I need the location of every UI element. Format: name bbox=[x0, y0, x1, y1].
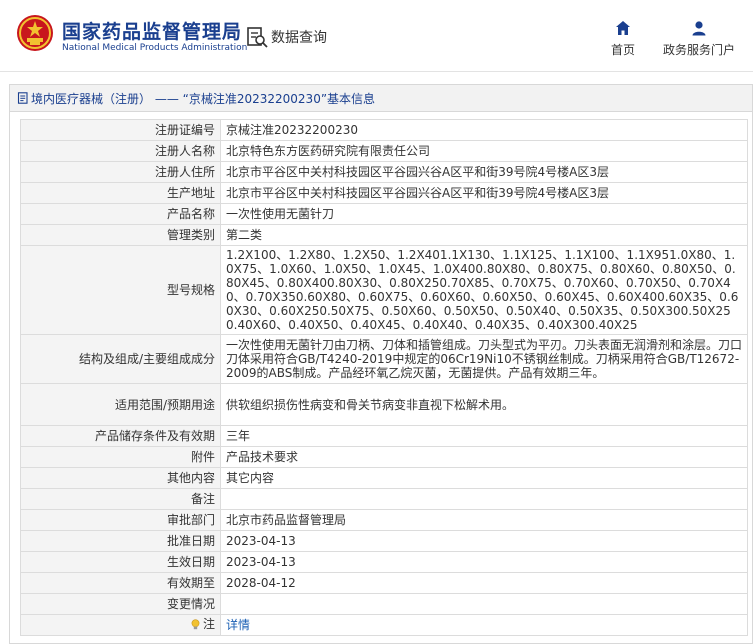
row-key: 有效期至 bbox=[20, 572, 221, 594]
table-row: 型号规格 1.2X100、1.2X80、1.2X50、1.2X401.1X130… bbox=[20, 245, 748, 335]
table-row: 生产地址 北京市平谷区中关村科技园区平谷园兴谷A区平和街39号院4号楼A区3层 bbox=[20, 182, 748, 204]
row-value: 第二类 bbox=[220, 224, 748, 246]
row-key: 审批部门 bbox=[20, 509, 221, 531]
document-icon bbox=[17, 92, 28, 104]
row-key: 适用范围/预期用途 bbox=[20, 383, 221, 426]
row-key: 管理类别 bbox=[20, 224, 221, 246]
table-row: 产品储存条件及有效期 三年 bbox=[20, 425, 748, 447]
home-icon bbox=[616, 21, 630, 35]
table-row: 批准日期 2023-04-13 bbox=[20, 530, 748, 552]
row-value: 北京市平谷区中关村科技园区平谷园兴谷A区平和街39号院4号楼A区3层 bbox=[220, 182, 748, 204]
table-row: 注册人名称 北京特色东方医药研究院有限责任公司 bbox=[20, 140, 748, 162]
table-row: 产品名称 一次性使用无菌针刀 bbox=[20, 203, 748, 225]
panel-title: 境内医疗器械（注册） —— “京械注准20232200230”基本信息 bbox=[31, 91, 376, 106]
table-row: 注 详情 bbox=[20, 614, 748, 636]
row-key: 其他内容 bbox=[20, 467, 221, 489]
data-query-label: 数据查询 bbox=[271, 30, 327, 46]
details-link[interactable]: 详情 bbox=[226, 618, 250, 632]
row-value: 京械注准20232200230 bbox=[220, 119, 748, 141]
row-value: 一次性使用无菌针刀由刀柄、刀体和插管组成。刀头型式为平刃。刀头表面无润滑剂和涂层… bbox=[220, 334, 748, 384]
row-value: 北京市药品监督管理局 bbox=[220, 509, 748, 531]
row-value: 2023-04-13 bbox=[220, 530, 748, 552]
row-value: 产品技术要求 bbox=[220, 446, 748, 468]
row-key: 结构及组成/主要组成成分 bbox=[20, 334, 221, 384]
table-row: 变更情况 bbox=[20, 593, 748, 615]
brand-subtitle: National Medical Products Administration bbox=[62, 43, 248, 53]
row-value: 三年 bbox=[220, 425, 748, 447]
user-icon bbox=[692, 21, 706, 36]
row-key: 生产地址 bbox=[20, 182, 221, 204]
row-key: 型号规格 bbox=[20, 245, 221, 335]
note-key-label: 注 bbox=[202, 617, 215, 632]
table-row: 注册证编号 京械注准20232200230 bbox=[20, 119, 748, 141]
nav-service-portal[interactable]: 政务服务门户 bbox=[660, 20, 738, 58]
note-key: 注 bbox=[190, 617, 215, 631]
table-row: 审批部门 北京市药品监督管理局 bbox=[20, 509, 748, 531]
row-value: 2023-04-13 bbox=[220, 551, 748, 573]
row-value: 北京特色东方医药研究院有限责任公司 bbox=[220, 140, 748, 162]
national-emblem-icon bbox=[17, 15, 53, 51]
panel-header: 境内医疗器械（注册） —— “京械注准20232200230”基本信息 bbox=[10, 85, 752, 112]
row-key: 产品储存条件及有效期 bbox=[20, 425, 221, 447]
nav-service-portal-label: 政务服务门户 bbox=[662, 43, 735, 57]
nav-home-label: 首页 bbox=[610, 43, 635, 57]
row-key: 注册人住所 bbox=[20, 161, 221, 183]
row-key: 注册人名称 bbox=[20, 140, 221, 162]
document-search-icon bbox=[247, 27, 268, 48]
nav-home[interactable]: 首页 bbox=[606, 20, 640, 58]
row-key: 备注 bbox=[20, 488, 221, 510]
row-key: 附件 bbox=[20, 446, 221, 468]
row-value: 其它内容 bbox=[220, 467, 748, 489]
table-row: 管理类别 第二类 bbox=[20, 224, 748, 246]
row-key: 注册证编号 bbox=[20, 119, 221, 141]
row-value: 1.2X100、1.2X80、1.2X50、1.2X401.1X130、1.1X… bbox=[220, 245, 748, 335]
site-header: 国家药品监督管理局 National Medical Products Admi… bbox=[0, 0, 753, 72]
row-value: 详情 bbox=[220, 614, 748, 636]
table-row: 有效期至 2028-04-12 bbox=[20, 572, 748, 594]
data-query-link[interactable]: 数据查询 bbox=[246, 24, 327, 50]
row-key: 批准日期 bbox=[20, 530, 221, 552]
table-row: 生效日期 2023-04-13 bbox=[20, 551, 748, 573]
row-key: 生效日期 bbox=[20, 551, 221, 573]
row-key: 产品名称 bbox=[20, 203, 221, 225]
row-value bbox=[220, 593, 748, 615]
row-key: 注 bbox=[20, 614, 221, 636]
row-value: 一次性使用无菌针刀 bbox=[220, 203, 748, 225]
brand-title[interactable]: 国家药品监督管理局 bbox=[62, 17, 242, 44]
info-table: 注册证编号 京械注准20232200230 注册人名称 北京特色东方医药研究院有… bbox=[20, 119, 748, 636]
table-row: 附件 产品技术要求 bbox=[20, 446, 748, 468]
row-value: 2028-04-12 bbox=[220, 572, 748, 594]
row-value: 供软组织损伤性病变和骨关节病变非直视下松解术用。 bbox=[220, 383, 748, 426]
detail-panel: 境内医疗器械（注册） —— “京械注准20232200230”基本信息 注册证编… bbox=[9, 84, 753, 644]
table-row: 适用范围/预期用途 供软组织损伤性病变和骨关节病变非直视下松解术用。 bbox=[20, 383, 748, 426]
table-row: 其他内容 其它内容 bbox=[20, 467, 748, 489]
table-row: 注册人住所 北京市平谷区中关村科技园区平谷园兴谷A区平和街39号院4号楼A区3层 bbox=[20, 161, 748, 183]
table-row: 结构及组成/主要组成成分 一次性使用无菌针刀由刀柄、刀体和插管组成。刀头型式为平… bbox=[20, 334, 748, 384]
row-value bbox=[220, 488, 748, 510]
row-value: 北京市平谷区中关村科技园区平谷园兴谷A区平和街39号院4号楼A区3层 bbox=[220, 161, 748, 183]
row-key: 变更情况 bbox=[20, 593, 221, 615]
table-row: 备注 bbox=[20, 488, 748, 510]
lightbulb-icon bbox=[191, 619, 200, 629]
